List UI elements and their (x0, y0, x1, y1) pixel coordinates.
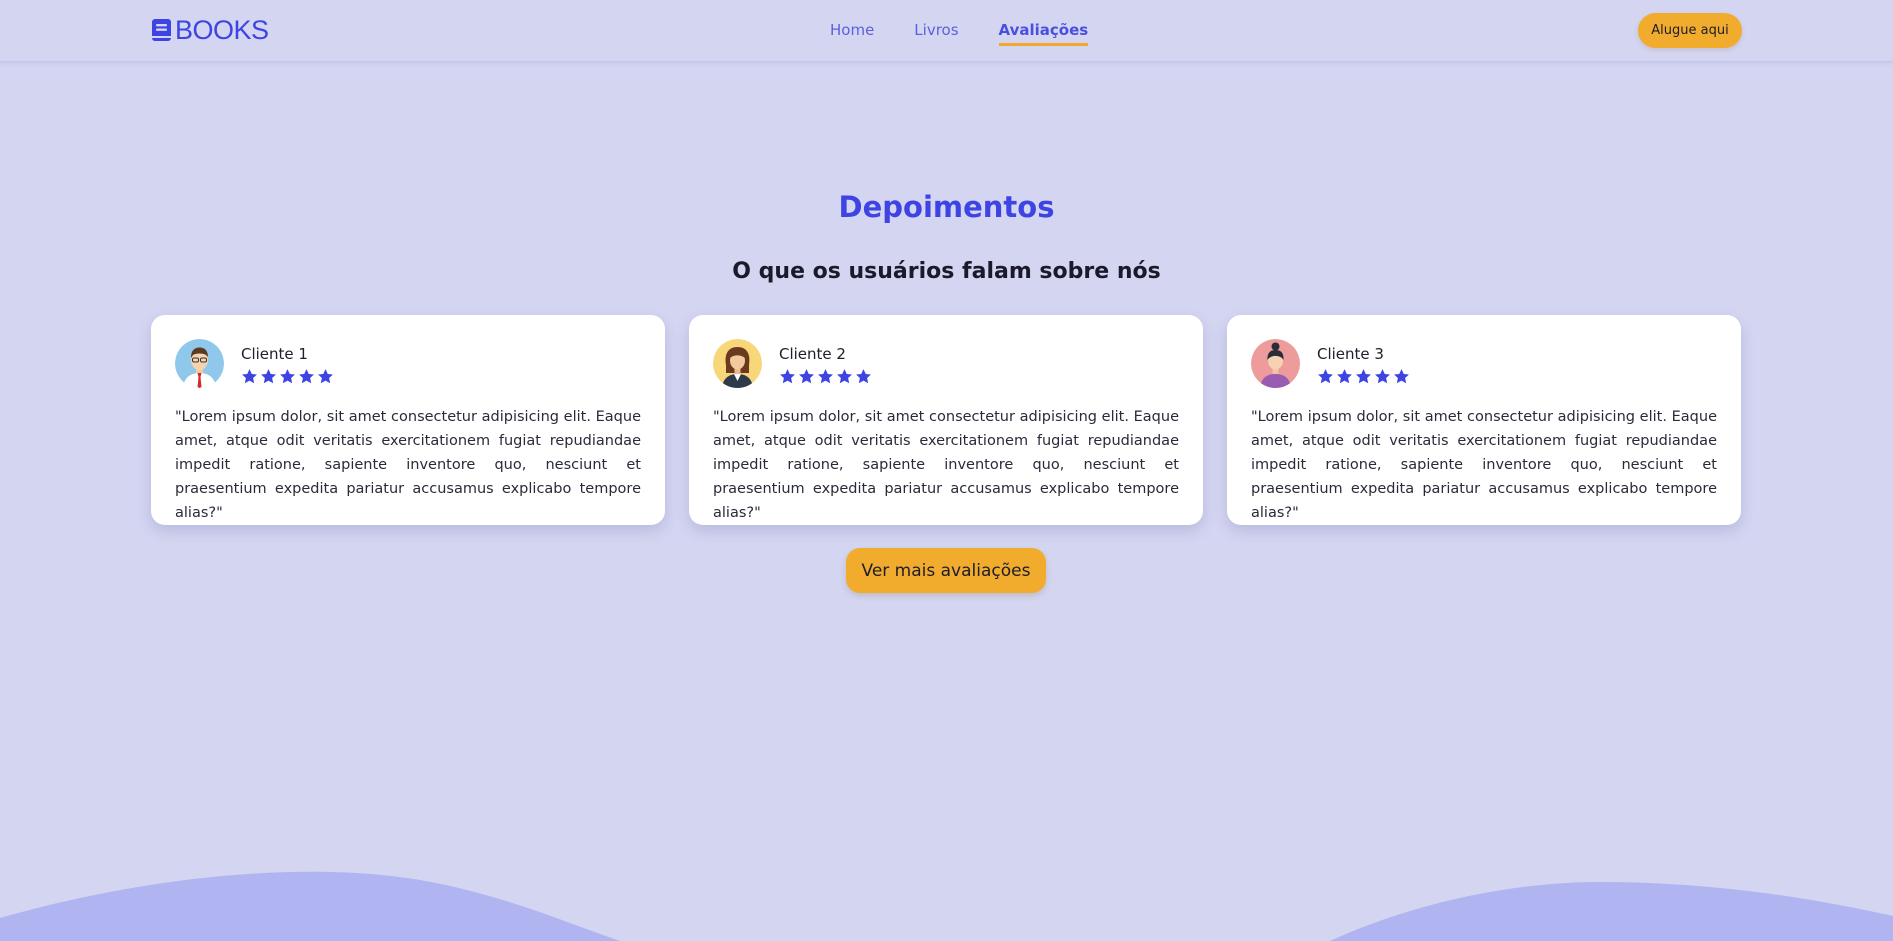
star-icon (1356, 369, 1371, 384)
testimonial-card: Cliente 1 "Lorem ipsum dolor, sit amet c… (151, 315, 665, 525)
testimonial-quote: "Lorem ipsum dolor, sit amet consectetur… (175, 409, 641, 521)
decorative-wave (0, 871, 1893, 941)
nav-link-avaliacoes[interactable]: Avaliações (998, 20, 1089, 46)
section-title: Depoimentos (838, 190, 1055, 224)
star-icon (318, 369, 333, 384)
nav-link-home[interactable]: Home (830, 20, 874, 46)
client-name: Cliente 2 (779, 345, 846, 363)
woman-avatar-icon (713, 339, 762, 388)
brand-logo[interactable]: BOOKS (151, 16, 269, 44)
rating-stars (241, 368, 334, 385)
woman-bun-avatar-icon (1251, 339, 1300, 388)
section-subtitle: O que os usuários falam sobre nós (732, 259, 1161, 284)
client-name: Cliente 1 (241, 345, 308, 363)
book-icon (152, 19, 171, 41)
logo-text: BOOKS (175, 15, 269, 45)
star-icon (299, 369, 314, 384)
star-icon (837, 369, 852, 384)
star-icon (856, 369, 871, 384)
star-icon (1375, 369, 1390, 384)
star-icon (242, 369, 257, 384)
star-icon (780, 369, 795, 384)
testimonial-list: Cliente 1 "Lorem ipsum dolor, sit amet c… (151, 315, 1741, 525)
testimonial-quote: "Lorem ipsum dolor, sit amet consectetur… (1251, 409, 1717, 521)
star-icon (799, 369, 814, 384)
more-reviews-button[interactable]: Ver mais avaliações (846, 548, 1046, 593)
star-icon (1394, 369, 1409, 384)
man-avatar-icon (175, 339, 224, 388)
testimonial-card: Cliente 2 "Lorem ipsum dolor, sit amet c… (689, 315, 1203, 525)
nav-link-livros[interactable]: Livros (914, 20, 958, 46)
testimonial-card: Cliente 3 "Lorem ipsum dolor, sit amet c… (1227, 315, 1741, 525)
rating-stars (779, 368, 872, 385)
site-header: BOOKS Home Livros Avaliações Alugue aqui (0, 0, 1893, 62)
star-icon (818, 369, 833, 384)
rent-button[interactable]: Alugue aqui (1638, 13, 1742, 48)
star-icon (261, 369, 276, 384)
star-icon (1337, 369, 1352, 384)
testimonial-quote: "Lorem ipsum dolor, sit amet consectetur… (713, 409, 1179, 521)
client-name: Cliente 3 (1317, 345, 1384, 363)
star-icon (280, 369, 295, 384)
main-nav: Home Livros Avaliações (830, 20, 1089, 46)
star-icon (1318, 369, 1333, 384)
rating-stars (1317, 368, 1410, 385)
